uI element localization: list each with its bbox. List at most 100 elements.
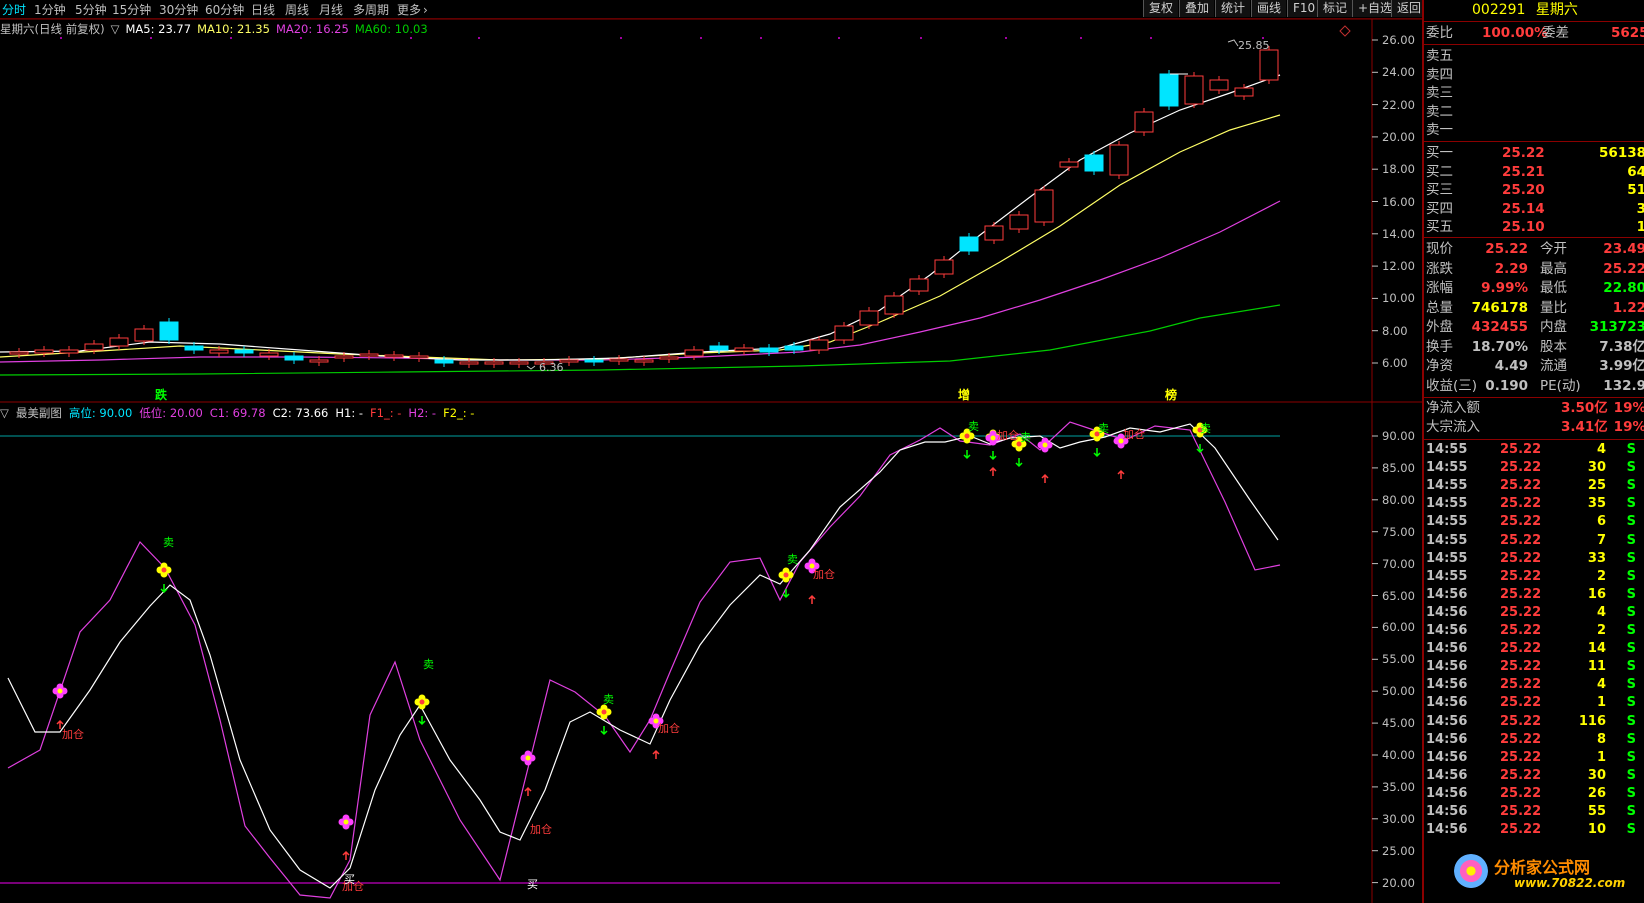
candle	[209, 349, 229, 354]
candle	[1109, 144, 1129, 176]
arrow-up-icon	[342, 850, 350, 860]
stat-value: 432455	[1471, 319, 1528, 335]
arrow-down-icon	[418, 716, 426, 726]
stat-value-2: 313723	[1589, 319, 1644, 335]
stat-label: 净资	[1426, 358, 1453, 374]
add-position-label: 加仓	[1123, 427, 1145, 441]
sell-label: 卖	[1020, 431, 1031, 444]
stat-label: 现价	[1426, 241, 1453, 257]
stat-label: 换手	[1426, 338, 1453, 355]
flow-value: 3.41亿	[1561, 419, 1608, 435]
main-axis-label: 18.00	[1382, 162, 1415, 177]
stat-label-2: 股本	[1540, 338, 1567, 355]
tick-time: 14:56	[1426, 767, 1468, 783]
flow-label: 大宗流入	[1426, 419, 1480, 435]
tick-volume: 11	[1587, 659, 1606, 675]
tick-row: 14:56 25.22 10 S	[1424, 822, 1644, 840]
tick-time: 14:56	[1426, 822, 1468, 838]
high-price-label: 25.85	[1238, 39, 1270, 52]
tick-time: 14:55	[1426, 496, 1468, 512]
tick-price: 25.22	[1500, 623, 1542, 638]
candle	[184, 345, 204, 351]
low-price-label: 6.36	[539, 361, 564, 374]
marker-bang: 榜	[1165, 387, 1177, 402]
bid-level-row: 买三 25.20 51	[1426, 181, 1644, 199]
bid-level-row: 买五 25.10 1	[1426, 218, 1644, 236]
tick-time: 14:56	[1426, 659, 1468, 675]
candle	[434, 359, 454, 364]
stat-row: 外盘 432455 内盘 313723	[1426, 318, 1644, 336]
tick-side: S	[1626, 641, 1636, 657]
tick-row: 14:55 25.22 30 S	[1424, 460, 1644, 478]
candle	[409, 355, 429, 359]
ask-level-row: 卖三	[1426, 85, 1453, 101]
tick-volume: 2	[1596, 568, 1606, 584]
arrow-down-icon	[1015, 458, 1023, 468]
main-axis-ticks	[1372, 39, 1378, 364]
tick-volume: 30	[1587, 460, 1606, 476]
tick-row: 14:55 25.22 7 S	[1424, 533, 1644, 551]
main-axis-label: 24.00	[1382, 65, 1415, 80]
tick-volume: 1	[1596, 695, 1606, 711]
tick-row: 14:55 25.22 25 S	[1424, 478, 1644, 496]
bid-price: 25.22	[1502, 145, 1545, 161]
flow-pct: 19%	[1613, 400, 1644, 416]
stat-label: 外盘	[1426, 319, 1453, 335]
candle	[1184, 75, 1204, 105]
indicator-axis-label: 35.00	[1382, 779, 1415, 794]
tick-row: 14:55 25.22 35 S	[1424, 496, 1644, 514]
bid-label: 买五	[1426, 219, 1453, 235]
main-axis-label: 10.00	[1382, 291, 1415, 306]
tick-side: S	[1626, 785, 1636, 801]
tick-row: 14:56 25.22 11 S	[1424, 659, 1644, 677]
signal-markers: 卖卖卖卖卖卖卖 卖加仓加仓加仓加仓加仓 加仓加仓买买	[52, 420, 1211, 893]
stat-value-2: 3.99亿	[1599, 358, 1644, 374]
tick-time: 14:55	[1426, 460, 1468, 476]
tick-price: 25.22	[1500, 677, 1542, 693]
tick-price: 25.22	[1500, 731, 1542, 747]
chart-canvas[interactable]: 25.85 6.36 跌 增 榜 卖卖卖卖卖卖卖 卖加仓加仓加仓加仓加仓 加仓加仓买…	[0, 0, 1422, 903]
candle	[834, 325, 854, 341]
stat-value-2: 132.9	[1603, 377, 1644, 394]
indicator-axis-label: 55.00	[1382, 652, 1415, 667]
bid-label: 买二	[1426, 163, 1453, 180]
tick-row: 14:55 25.22 6 S	[1424, 514, 1644, 532]
tick-price: 25.22	[1500, 641, 1542, 657]
tick-price: 25.22	[1500, 496, 1542, 512]
stat-label: 涨跌	[1426, 260, 1453, 277]
add-position-label: 加仓	[658, 721, 680, 735]
tick-row: 14:56 25.22 30 S	[1424, 768, 1644, 786]
tick-row: 14:56 25.22 116 S	[1424, 714, 1644, 732]
stat-value: 25.22	[1485, 241, 1528, 257]
flow-value: 3.50亿	[1561, 400, 1608, 416]
tick-side: S	[1626, 586, 1636, 602]
candle	[659, 356, 679, 360]
candle	[859, 310, 879, 326]
candle	[84, 343, 104, 351]
tick-side: S	[1626, 550, 1636, 566]
tick-side: S	[1626, 460, 1636, 476]
stat-value-2: 22.80	[1603, 280, 1644, 296]
stat-row: 收益(三) 0.190 PE(动) 132.9	[1426, 377, 1644, 395]
candle	[9, 351, 29, 355]
tick-row: 14:56 25.22 2 S	[1424, 623, 1644, 641]
tick-price: 25.22	[1500, 478, 1542, 494]
bid-volume: 51	[1627, 182, 1644, 198]
ask-level-row: 卖二	[1426, 103, 1453, 120]
stat-row: 总量 746178 量比 1.22	[1426, 299, 1644, 317]
sell-label: 卖	[423, 658, 434, 671]
main-axis-label: 8.00	[1382, 323, 1408, 338]
tick-price: 25.22	[1500, 532, 1542, 548]
stat-value: 4.49	[1494, 358, 1528, 374]
h1-value: H1: -	[335, 406, 364, 420]
indicator-axis-label: 70.00	[1382, 556, 1415, 571]
stat-value: 2.29	[1494, 260, 1528, 277]
tick-row: 14:56 25.22 4 S	[1424, 677, 1644, 695]
tick-volume: 4	[1596, 677, 1606, 693]
tick-volume: 25	[1587, 478, 1606, 494]
indicator-triangle-icon[interactable]: ▽	[0, 406, 9, 420]
candle	[309, 359, 329, 363]
tick-time: 14:56	[1426, 731, 1468, 747]
tick-row: 14:55 25.22 2 S	[1424, 569, 1644, 587]
diamond-icon[interactable]	[1339, 25, 1351, 37]
